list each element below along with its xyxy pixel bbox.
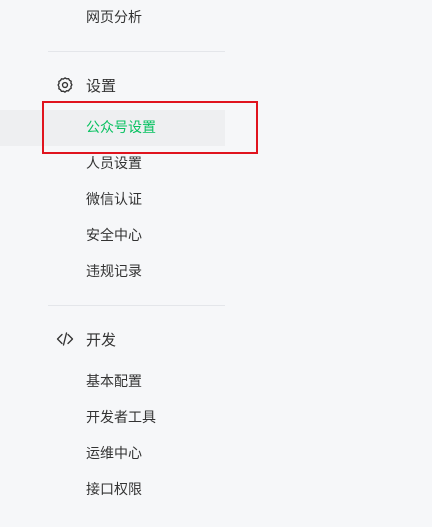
menu-item-basic-config[interactable]: 基本配置	[0, 364, 225, 400]
code-icon	[56, 330, 74, 348]
menu-item-security-center[interactable]: 安全中心	[0, 218, 225, 254]
section-header-settings: 设置	[56, 73, 116, 97]
menu-item-staff-settings[interactable]: 人员设置	[0, 146, 225, 182]
menu-item-web-analytics[interactable]: 网页分析	[0, 0, 225, 36]
menu-item-account-settings[interactable]: 公众号设置	[0, 110, 225, 146]
menu-item-developer-tools[interactable]: 开发者工具	[0, 400, 225, 436]
section-header-develop: 开发	[56, 327, 116, 351]
section-title-settings: 设置	[86, 76, 117, 95]
divider	[48, 305, 225, 306]
section-title-develop: 开发	[86, 330, 117, 349]
divider	[48, 51, 225, 52]
menu-item-violation-records[interactable]: 违规记录	[0, 254, 225, 290]
gear-icon	[56, 76, 74, 94]
menu-item-ops-center[interactable]: 运维中心	[0, 436, 225, 472]
menu-item-api-permissions[interactable]: 接口权限	[0, 472, 225, 508]
menu-item-wechat-verification[interactable]: 微信认证	[0, 182, 225, 218]
